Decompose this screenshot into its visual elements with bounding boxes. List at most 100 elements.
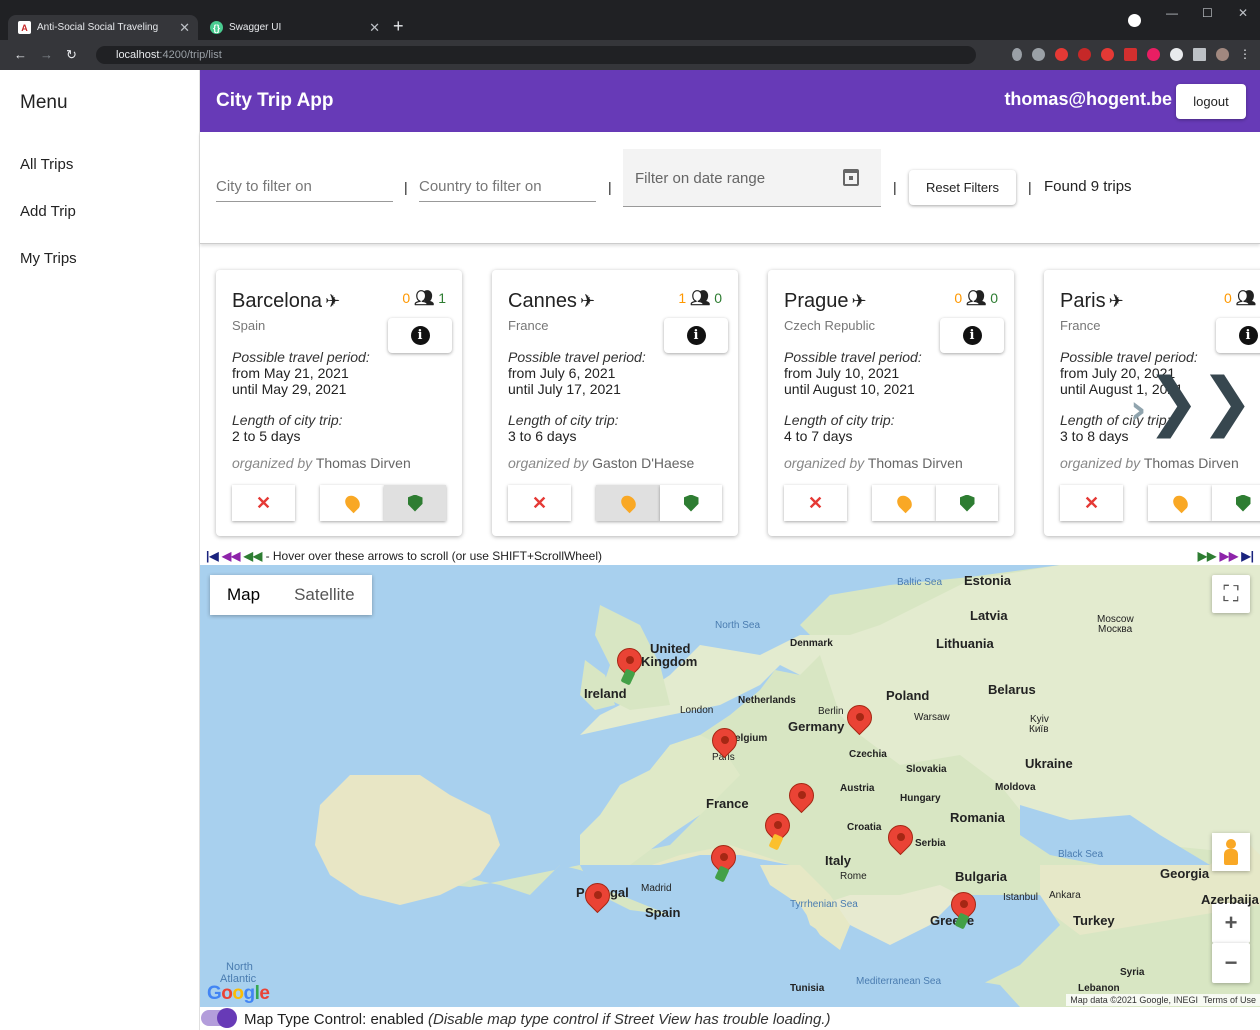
extension-red-icon[interactable] (1055, 48, 1068, 61)
interested-button[interactable] (320, 485, 384, 521)
map-marker-dubrovnik[interactable] (882, 819, 919, 865)
scroll-fast-left-icon[interactable]: ◀◀ (222, 549, 240, 563)
sidebar-item-all-trips[interactable]: All Trips (20, 156, 73, 173)
info-button[interactable]: i (664, 318, 728, 353)
info-button[interactable]: i (940, 318, 1004, 353)
map-marker-berlin[interactable] (841, 699, 878, 745)
profile-indicator-icon[interactable] (1128, 14, 1141, 27)
scroll-last-icon[interactable]: ▶| (1241, 549, 1254, 563)
city-filter-input[interactable]: City to filter on (216, 178, 393, 202)
interested-button[interactable] (1148, 485, 1212, 521)
scroll-fast-right-icon[interactable]: ▶▶ (1220, 549, 1238, 563)
zoom-out-button[interactable]: − (1212, 943, 1250, 983)
info-button[interactable]: i (388, 318, 452, 353)
map-label: Slovakia (906, 764, 947, 775)
url-field[interactable]: localhost:4200/trip/list (96, 46, 976, 64)
map-type-map-button[interactable]: Map (210, 575, 277, 615)
close-icon[interactable]: ✕ (179, 20, 190, 36)
map-marker-milan[interactable] (783, 777, 820, 823)
sidebar-item-my-trips[interactable]: My Trips (20, 250, 77, 267)
decline-button[interactable]: ✕ (1060, 485, 1123, 521)
reset-filters-button[interactable]: Reset Filters (909, 170, 1016, 205)
extension-icon[interactable] (1147, 48, 1160, 61)
map-label: Latvia (970, 608, 1008, 623)
fullscreen-icon[interactable]: ⛶ (1212, 575, 1250, 613)
sidebar-item-add-trip[interactable]: Add Trip (20, 203, 76, 220)
trip-country: Czech Republic (784, 318, 876, 333)
avatar[interactable] (1216, 48, 1229, 61)
map-label: Lithuania (936, 636, 994, 651)
map-label: Москва (1098, 624, 1133, 635)
minimize-icon[interactable]: — (1166, 6, 1178, 20)
scroll-right-icon[interactable]: ▶▶ (1198, 549, 1216, 563)
interested-button[interactable] (596, 485, 660, 521)
date-range-input[interactable]: Filter on date range (623, 149, 881, 207)
decline-button[interactable]: ✕ (508, 485, 571, 521)
map-marker-cannes[interactable] (759, 807, 796, 853)
separator: | (608, 179, 612, 195)
plane-icon: ✈ (1108, 291, 1124, 311)
scroll-first-icon[interactable]: |◀ (206, 549, 219, 563)
new-tab-icon[interactable]: + (393, 17, 404, 35)
terms-link[interactable]: Terms of Use (1203, 995, 1256, 1005)
map-label: Madrid (641, 883, 672, 894)
reload-icon[interactable]: ↻ (66, 47, 77, 63)
map-marker-paris[interactable] (706, 722, 743, 768)
map-label: Berlin (818, 706, 844, 717)
reading-list-icon[interactable] (1193, 48, 1206, 61)
more-icon[interactable]: ⋮ (1239, 48, 1252, 61)
window-close-icon[interactable]: ✕ (1238, 6, 1248, 20)
browser-tab[interactable]: {} Swagger UI ✕ (200, 15, 388, 40)
scroll-right-chevron-icon[interactable]: ›❯❯ (1130, 370, 1254, 442)
map-marker-athens[interactable] (945, 886, 982, 932)
period-label: Possible travel period: (1060, 349, 1198, 365)
info-button[interactable]: i (1216, 318, 1260, 353)
shield-check-icon (959, 494, 975, 512)
adblock-icon[interactable] (1078, 48, 1091, 61)
map-type-satellite-button[interactable]: Satellite (277, 575, 371, 615)
join-button[interactable] (660, 485, 722, 521)
calendar-icon[interactable] (843, 169, 859, 186)
join-button[interactable] (384, 485, 446, 521)
map-marker-barcelona[interactable] (705, 839, 742, 885)
map-label: Netherlands (738, 695, 796, 706)
participant-counts: 0 👥︎ 1 (402, 288, 446, 308)
count-interested: 0 (1224, 290, 1232, 306)
extension-icon[interactable] (1101, 48, 1114, 61)
map-type-toggle[interactable] (201, 1008, 237, 1028)
map-label: Serbia (915, 838, 946, 849)
back-icon[interactable]: ← (14, 47, 27, 62)
close-icon: ✕ (255, 492, 272, 513)
map-label: Turkey (1073, 913, 1115, 928)
pdf-icon[interactable] (1124, 48, 1137, 61)
map-type-toggle-label: Map Type Control: enabled (Disable map t… (244, 1011, 831, 1028)
country-filter-input[interactable]: Country to filter on (419, 178, 596, 202)
scroll-left-icon[interactable]: ◀◀ (244, 549, 262, 563)
star-icon[interactable] (1032, 48, 1045, 61)
close-icon[interactable]: ✕ (369, 20, 380, 36)
separator: | (1028, 179, 1032, 195)
map-marker-lisbon[interactable] (579, 877, 616, 923)
trip-card-list: Barcelona ✈ Spain 0 👥︎ 1 i Possible trave… (200, 256, 1260, 548)
interested-button[interactable] (872, 485, 936, 521)
length-label: Length of city trip: (508, 412, 619, 428)
tab-title: Swagger UI (229, 22, 282, 33)
join-button[interactable] (1212, 485, 1260, 521)
decline-button[interactable]: ✕ (232, 485, 295, 521)
date-range-placeholder: Filter on date range (635, 170, 766, 187)
key-icon[interactable] (1012, 48, 1022, 61)
street-view-pegman-icon[interactable] (1212, 833, 1250, 871)
length-label: Length of city trip: (232, 412, 343, 428)
decline-button[interactable]: ✕ (784, 485, 847, 521)
zoom-in-button[interactable]: + (1212, 903, 1250, 943)
map[interactable]: Map Satellite ⛶ + − North Sea Baltic Sea… (200, 565, 1260, 1007)
logout-button[interactable]: logout (1176, 84, 1246, 119)
map-marker-dublin[interactable] (611, 642, 648, 688)
puzzle-icon[interactable] (1170, 48, 1183, 61)
info-icon: i (1238, 326, 1258, 345)
browser-tab-active[interactable]: A Anti-Social Social Traveling ✕ (8, 15, 198, 40)
maximize-icon[interactable]: ☐ (1202, 6, 1213, 20)
map-label: Croatia (847, 822, 882, 833)
join-button[interactable] (936, 485, 998, 521)
forward-icon[interactable]: → (40, 47, 53, 62)
